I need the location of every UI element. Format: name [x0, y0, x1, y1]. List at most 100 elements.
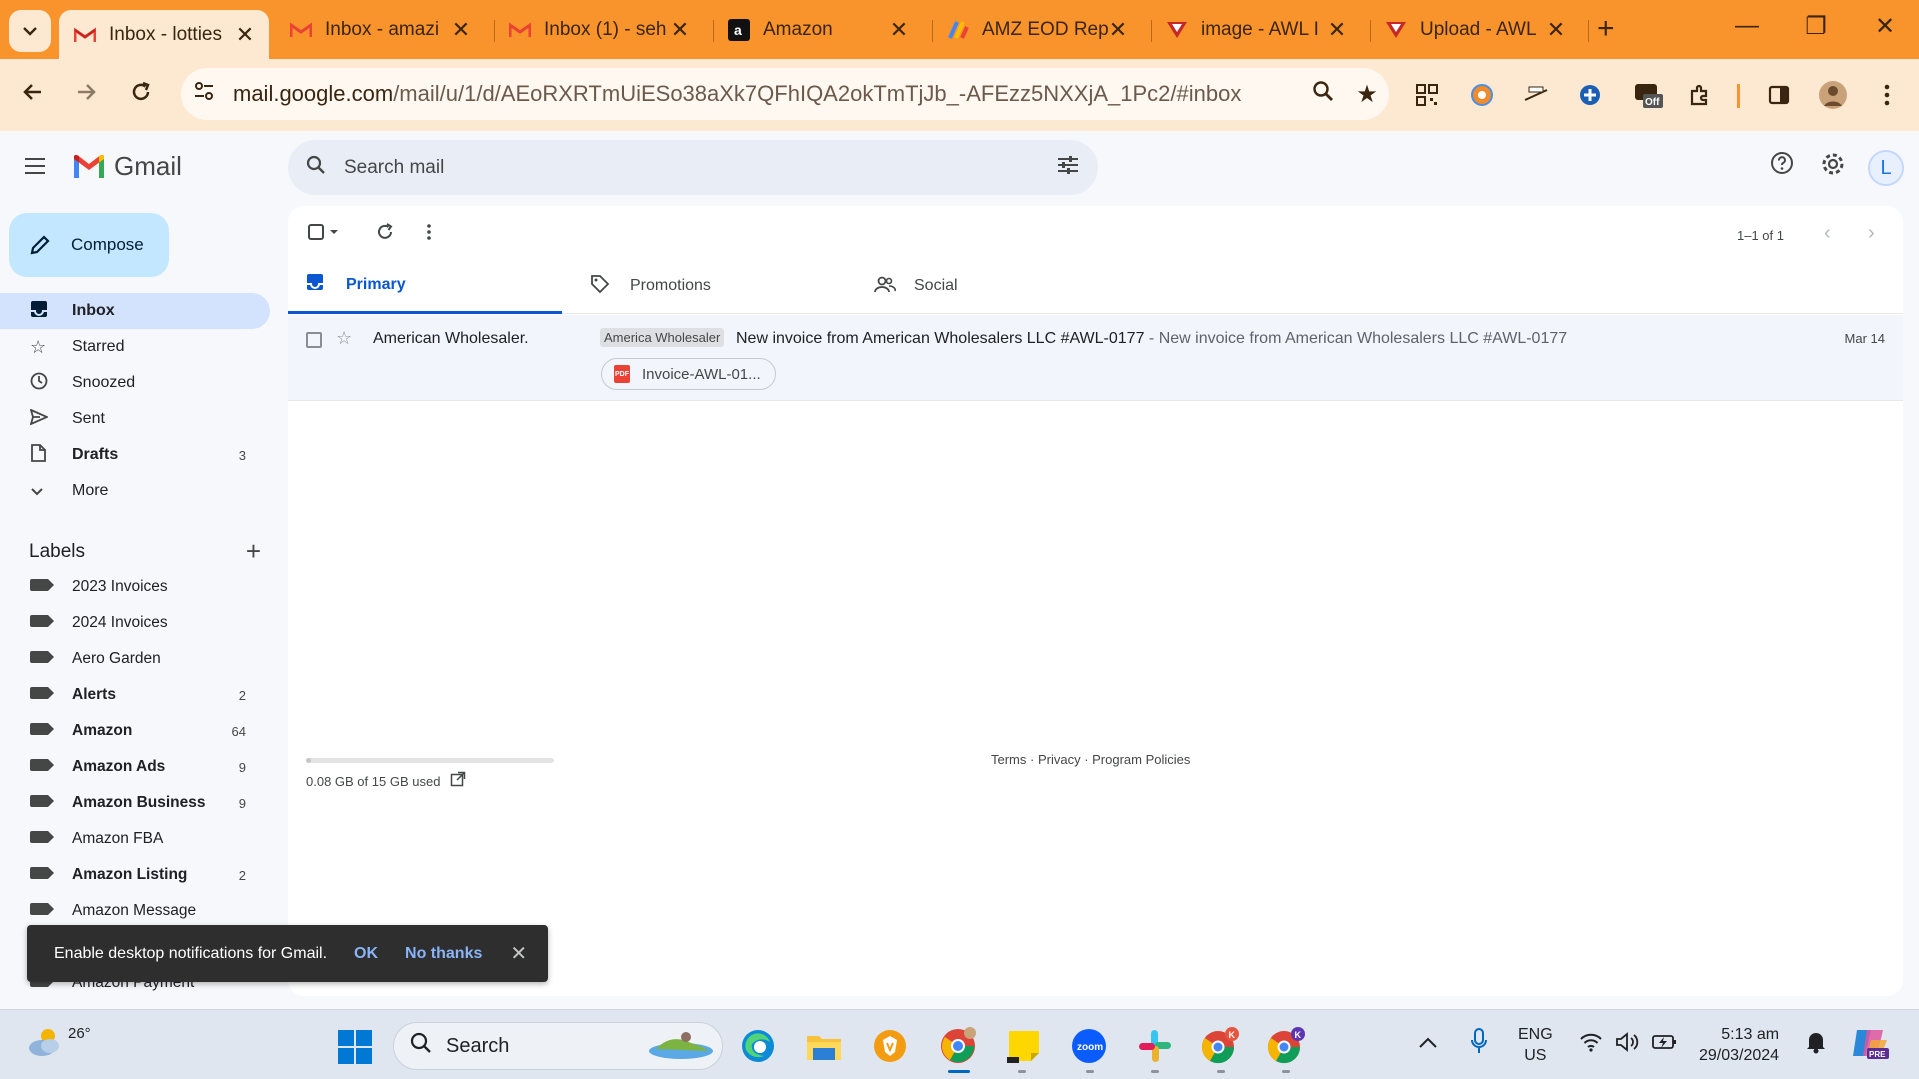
profile-avatar-icon[interactable]: [1816, 78, 1850, 112]
orange-extension-icon[interactable]: [1465, 78, 1499, 112]
zoom-taskbar-icon[interactable]: zoom: [1069, 1026, 1109, 1066]
browser-tab-7[interactable]: Upload - AWL ✕: [1370, 10, 1580, 50]
chrome-profile-k2-taskbar-icon[interactable]: K: [1266, 1026, 1306, 1066]
edge-taskbar-icon[interactable]: [738, 1026, 778, 1066]
wifi-icon[interactable]: [1579, 1032, 1603, 1058]
chrome-profile-k1-taskbar-icon[interactable]: K: [1200, 1026, 1240, 1066]
sidebar-item-sent[interactable]: Sent: [0, 401, 270, 437]
create-label-plus-icon[interactable]: +: [246, 536, 261, 567]
label-item[interactable]: Alerts 2: [0, 677, 270, 713]
settings-gear-icon[interactable]: [1820, 151, 1846, 184]
browser-tab-4[interactable]: a Amazon ✕: [713, 10, 923, 50]
browser-tab-2[interactable]: Inbox - amazi ✕: [275, 10, 485, 50]
new-tab-button[interactable]: +: [1597, 12, 1615, 46]
close-icon[interactable]: ✕: [889, 17, 909, 43]
tab-primary[interactable]: Primary: [288, 258, 562, 314]
compose-button[interactable]: Compose: [9, 213, 169, 277]
login-extension-icon[interactable]: [1519, 78, 1553, 112]
close-icon[interactable]: ✕: [1108, 17, 1128, 43]
close-window-button[interactable]: ✕: [1865, 12, 1905, 41]
label-item[interactable]: 2024 Invoices: [0, 605, 270, 641]
label-item[interactable]: Amazon Ads 9: [0, 749, 270, 785]
off-extension-icon[interactable]: Off: [1631, 78, 1665, 112]
select-all-checkbox[interactable]: [308, 224, 342, 245]
sidebar-item-drafts[interactable]: Drafts 3: [0, 437, 270, 473]
label-item[interactable]: 2023 Invoices: [0, 569, 270, 605]
attachment-chip[interactable]: PDF Invoice-AWL-01...: [601, 358, 776, 390]
star-icon[interactable]: ☆: [336, 328, 352, 349]
microphone-icon[interactable]: [1470, 1028, 1488, 1060]
email-label-chip[interactable]: America Wholesaler: [600, 328, 725, 347]
email-select-checkbox[interactable]: [306, 332, 322, 348]
close-icon[interactable]: ✕: [670, 17, 690, 43]
more-options-icon[interactable]: [426, 223, 432, 246]
qr-extension-icon[interactable]: [1410, 78, 1444, 112]
label-item[interactable]: Amazon Listing 2: [0, 857, 270, 893]
gmail-logo[interactable]: Gmail: [72, 151, 182, 182]
toast-no-thanks-button[interactable]: No thanks: [405, 945, 482, 963]
program-policies-link[interactable]: Program Policies: [1092, 752, 1190, 767]
system-clock[interactable]: 5:13 am 29/03/2024: [1699, 1024, 1779, 1066]
privacy-link[interactable]: Privacy: [1038, 752, 1081, 767]
browser-tab-5[interactable]: AMZ EOD Rep ✕: [932, 10, 1142, 50]
toast-ok-button[interactable]: OK: [354, 945, 378, 963]
label-item[interactable]: Amazon Business 9: [0, 785, 270, 821]
volume-icon[interactable]: [1615, 1032, 1641, 1058]
refresh-icon[interactable]: [376, 223, 394, 246]
browser-menu-icon[interactable]: [1870, 78, 1904, 112]
search-input[interactable]: Search mail: [344, 157, 1038, 179]
older-chevron-right-icon[interactable]: ›: [1868, 222, 1875, 245]
side-panel-icon[interactable]: [1762, 78, 1796, 112]
help-icon[interactable]: [1770, 151, 1794, 182]
close-icon[interactable]: ✕: [451, 17, 471, 43]
label-item[interactable]: Amazon Message: [0, 893, 270, 929]
show-hidden-icons-chevron-up-icon[interactable]: [1418, 1032, 1438, 1055]
notification-bell-icon[interactable]: [1806, 1030, 1826, 1060]
reload-button[interactable]: [123, 77, 159, 113]
open-external-icon[interactable]: [450, 771, 466, 791]
close-icon[interactable]: ✕: [510, 941, 527, 966]
copilot-icon[interactable]: PRE: [1851, 1026, 1889, 1066]
label-item[interactable]: Amazon FBA: [0, 821, 270, 857]
site-info-icon[interactable]: [193, 80, 233, 108]
browser-tab-1[interactable]: Inbox - lotties ✕: [59, 10, 269, 59]
browser-tab-3[interactable]: Inbox (1) - seh ✕: [494, 10, 704, 50]
start-windows-icon[interactable]: [338, 1030, 372, 1064]
label-item[interactable]: Amazon 64: [0, 713, 270, 749]
language-indicator[interactable]: ENG US: [1518, 1024, 1553, 1066]
extensions-puzzle-icon[interactable]: [1683, 78, 1717, 112]
main-menu-button[interactable]: [24, 151, 46, 182]
sidebar-item-inbox[interactable]: Inbox: [0, 293, 270, 329]
zoom-icon[interactable]: [1301, 80, 1345, 109]
chrome-taskbar-icon[interactable]: [938, 1026, 978, 1066]
search-icon[interactable]: [288, 155, 344, 181]
restore-window-button[interactable]: ❐: [1796, 12, 1836, 41]
tab-social[interactable]: Social: [856, 258, 1130, 314]
tab-promotions[interactable]: Promotions: [572, 258, 846, 314]
browser-tab-6[interactable]: image - AWL I ✕: [1151, 10, 1361, 50]
newer-chevron-left-icon[interactable]: ‹: [1824, 222, 1831, 245]
file-explorer-taskbar-icon[interactable]: [804, 1026, 844, 1066]
sidebar-item-more[interactable]: More: [0, 473, 270, 509]
close-icon[interactable]: ✕: [1546, 17, 1566, 43]
search-options-icon[interactable]: [1038, 155, 1098, 181]
weather-widget[interactable]: 26°: [26, 1024, 91, 1060]
email-row[interactable]: ☆ American Wholesaler. America Wholesale…: [288, 315, 1903, 401]
close-icon[interactable]: ✕: [235, 22, 255, 48]
account-avatar[interactable]: L: [1868, 150, 1904, 186]
close-icon[interactable]: ✕: [1327, 17, 1347, 43]
sidebar-item-starred[interactable]: ☆ Starred: [0, 329, 270, 365]
puzzle-blue-extension-icon[interactable]: [1573, 78, 1607, 112]
taskbar-search[interactable]: Search: [393, 1022, 723, 1070]
sticky-notes-taskbar-icon[interactable]: [1004, 1026, 1044, 1066]
sidebar-item-snoozed[interactable]: Snoozed: [0, 365, 270, 401]
back-button[interactable]: [15, 77, 51, 113]
minimize-window-button[interactable]: —: [1727, 12, 1767, 40]
slack-taskbar-icon[interactable]: [1135, 1026, 1175, 1066]
bookmark-star-icon[interactable]: ★: [1345, 80, 1389, 109]
address-bar[interactable]: mail.google.com/mail/u/1/d/AEoRXRTmUiESo…: [181, 68, 1389, 120]
label-item[interactable]: Aero Garden: [0, 641, 270, 677]
brave-vpn-taskbar-icon[interactable]: [870, 1026, 910, 1066]
search-mail-bar[interactable]: Search mail: [288, 140, 1098, 195]
terms-link[interactable]: Terms: [991, 752, 1026, 767]
